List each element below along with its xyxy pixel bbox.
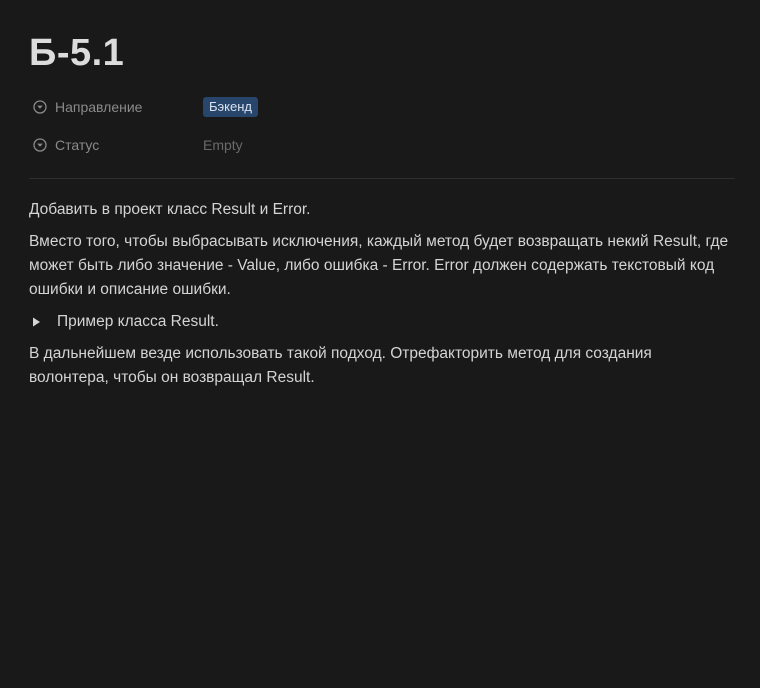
- property-value-direction[interactable]: Бэкенд: [203, 97, 258, 117]
- paragraph-1[interactable]: Добавить в проект класс Result и Error.: [29, 198, 735, 222]
- page-title[interactable]: Б-5.1: [29, 30, 124, 76]
- property-label-direction: Направление: [55, 99, 143, 115]
- chevron-circle-down-icon: [33, 138, 47, 152]
- toggle-arrow-icon[interactable]: [29, 310, 53, 334]
- status-empty-value[interactable]: Empty: [203, 137, 243, 153]
- toggle-block[interactable]: Пример класса Result.: [29, 310, 735, 334]
- page: Б-5.1 Направление Бэкенд Статус Empty До…: [0, 0, 760, 688]
- chevron-circle-down-icon: [33, 100, 47, 114]
- property-row-direction[interactable]: Направление Бэкенд: [33, 95, 733, 119]
- paragraph-3[interactable]: В дальнейшем везде использовать такой по…: [29, 342, 735, 390]
- property-value-status[interactable]: Empty: [203, 137, 243, 153]
- property-label-status: Статус: [55, 137, 100, 153]
- page-content: Добавить в проект класс Result и Error. …: [29, 198, 735, 398]
- property-row-status[interactable]: Статус Empty: [33, 133, 733, 157]
- direction-tag[interactable]: Бэкенд: [203, 97, 258, 117]
- divider: [29, 178, 735, 179]
- toggle-label[interactable]: Пример класса Result.: [57, 310, 219, 334]
- paragraph-2[interactable]: Вместо того, чтобы выбрасывать исключени…: [29, 230, 735, 302]
